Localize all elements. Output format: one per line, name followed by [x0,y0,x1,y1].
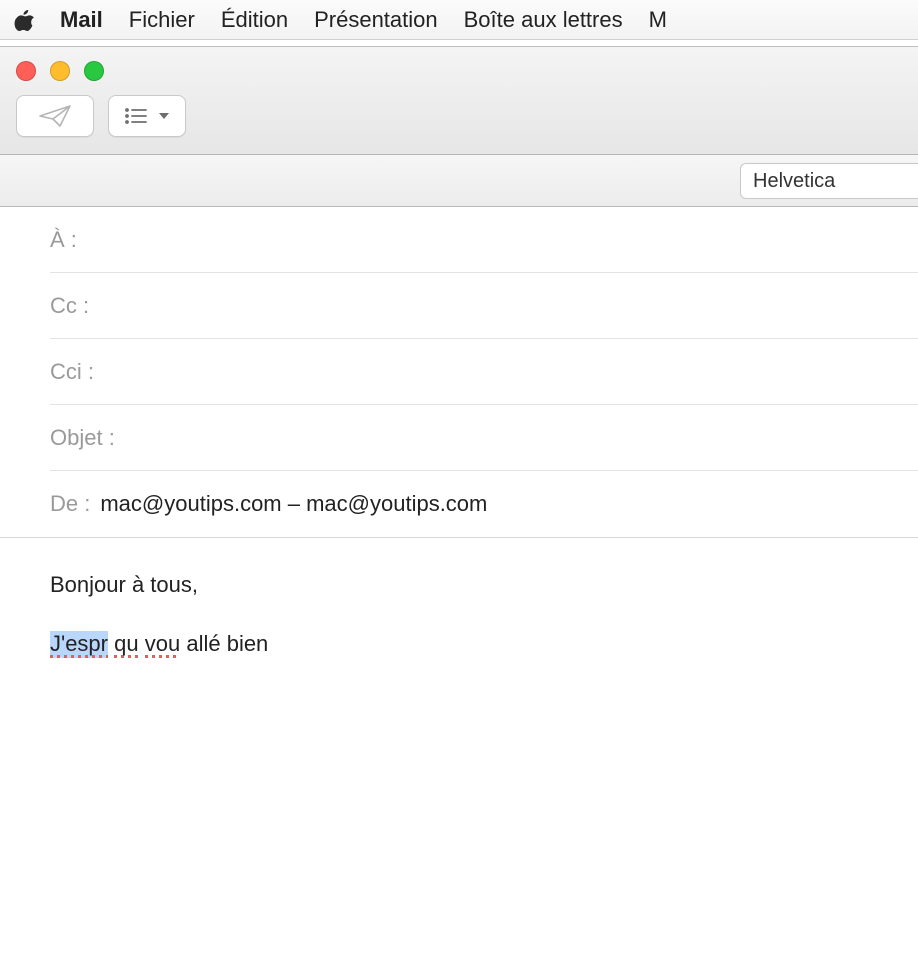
compose-toolbar [0,47,918,155]
menu-file[interactable]: Fichier [129,7,195,33]
from-label: De : [50,471,90,517]
misspelled-word[interactable]: qu [114,631,138,658]
body-text: allé bien [186,631,268,656]
message-headers: À : Cc : Cci : Objet : De : mac@youtips.… [0,207,918,538]
cc-value[interactable] [99,293,918,313]
to-label: À : [50,207,77,253]
selected-misspelled-word[interactable]: J'espr [50,631,108,658]
misspelled-word[interactable]: vou [145,631,180,658]
subject-value[interactable] [125,425,918,445]
subject-label: Objet : [50,405,115,451]
to-value[interactable] [87,227,918,247]
to-field-row[interactable]: À : [50,207,918,273]
cc-field-row[interactable]: Cc : [50,273,918,339]
bcc-field-row[interactable]: Cci : [50,339,918,405]
bcc-value[interactable] [104,359,918,379]
apple-menu-icon[interactable] [14,9,34,31]
from-field-row[interactable]: De : mac@youtips.com – mac@youtips.com [50,471,918,537]
app-menu[interactable]: Mail [60,7,103,33]
bcc-label: Cci : [50,339,94,385]
menu-truncated[interactable]: M [649,7,667,33]
chevron-down-icon [158,111,170,121]
body-line-2: J'espr qu vou allé bien [50,627,868,660]
cc-label: Cc : [50,273,89,319]
list-icon [124,107,152,125]
format-bar: Helvetica [0,155,918,207]
paper-plane-icon [38,104,72,128]
header-options-button[interactable] [108,95,186,137]
window-controls [16,61,104,81]
message-body[interactable]: Bonjour à tous, J'espr qu vou allé bien [0,538,918,716]
menu-view[interactable]: Présentation [314,7,438,33]
window-zoom-button[interactable] [84,61,104,81]
font-family-value: Helvetica [753,170,835,193]
body-line-1: Bonjour à tous, [50,568,868,601]
from-value: mac@youtips.com – mac@youtips.com [100,471,918,517]
macos-menubar: Mail Fichier Édition Présentation Boîte … [0,0,918,40]
subject-field-row[interactable]: Objet : [50,405,918,471]
font-family-select[interactable]: Helvetica [740,163,918,199]
compose-window: Helvetica À : Cc : Cci : Objet : De : ma… [0,46,918,954]
menu-mailbox[interactable]: Boîte aux lettres [464,7,623,33]
window-minimize-button[interactable] [50,61,70,81]
window-close-button[interactable] [16,61,36,81]
menu-edit[interactable]: Édition [221,7,288,33]
send-button[interactable] [16,95,94,137]
